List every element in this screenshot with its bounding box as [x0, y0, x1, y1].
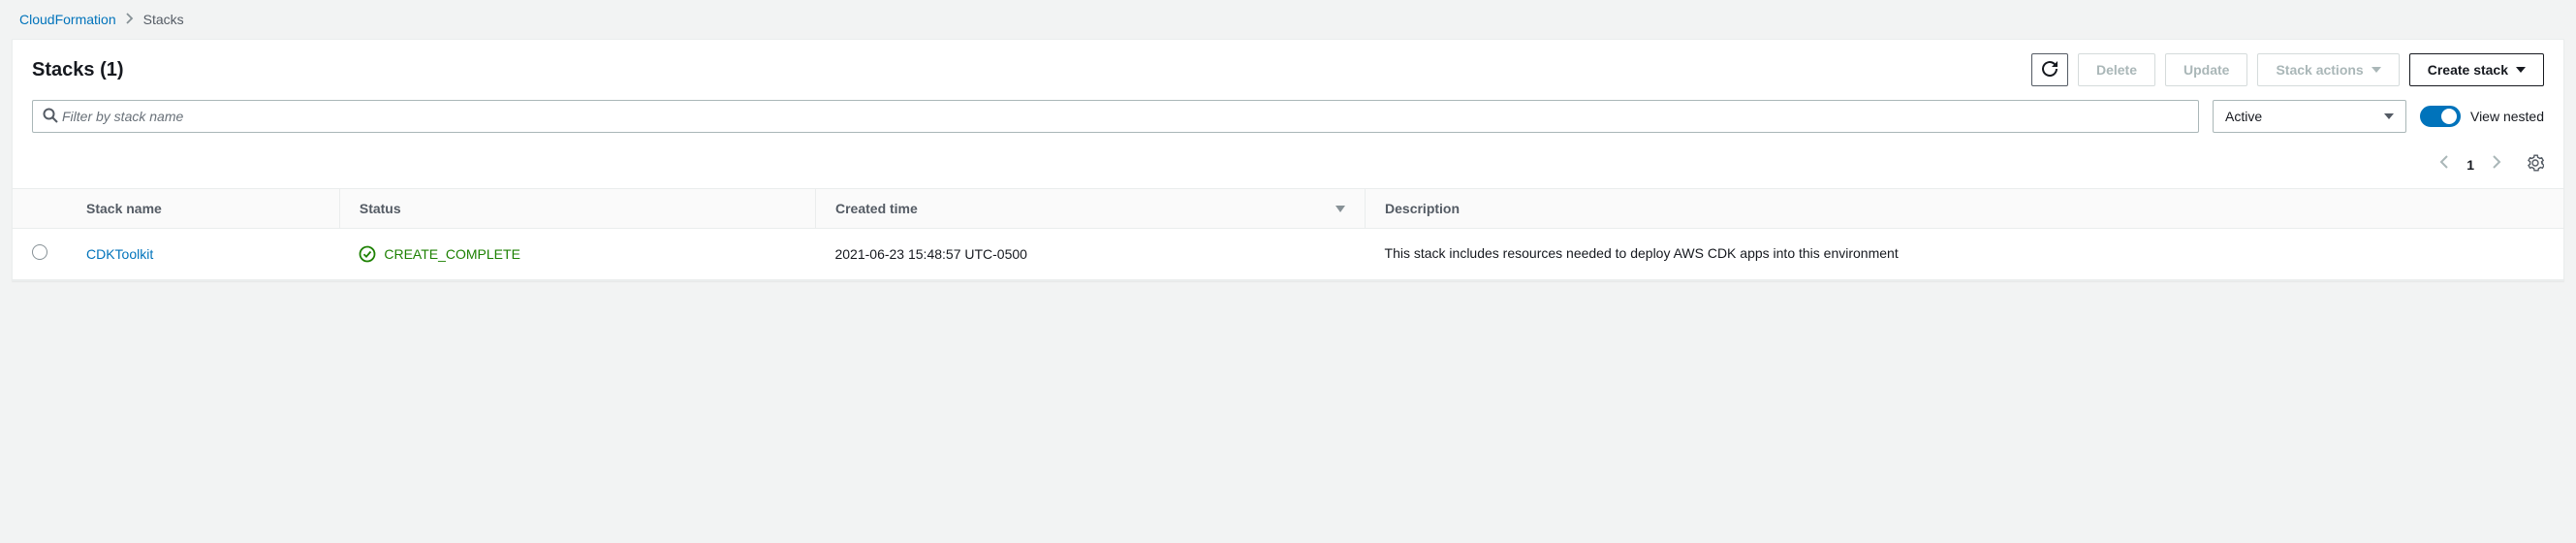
view-nested-label: View nested: [2470, 109, 2544, 124]
panel-header: Stacks (1) Delete Update Stack actions C…: [13, 40, 2563, 96]
update-button[interactable]: Update: [2165, 53, 2247, 86]
stacks-table: Stack name Status Created time Descripti…: [13, 188, 2563, 280]
caret-down-icon: [2516, 67, 2526, 73]
stack-actions-button[interactable]: Stack actions: [2257, 53, 2399, 86]
cell-description: This stack includes resources needed to …: [1366, 229, 2563, 280]
view-nested-toggle-wrap: View nested: [2420, 106, 2544, 127]
col-created-time[interactable]: Created time: [815, 189, 1365, 229]
create-stack-label: Create stack: [2428, 62, 2508, 78]
page-number: 1: [2466, 157, 2474, 173]
refresh-icon: [2042, 61, 2058, 80]
title-count: (1): [100, 59, 123, 80]
breadcrumb: CloudFormation Stacks: [0, 0, 2576, 39]
table-header-row: Stack name Status Created time Descripti…: [13, 189, 2563, 229]
gear-icon: [2527, 154, 2544, 172]
sort-desc-icon: [1335, 201, 1345, 216]
row-select-cell: [13, 229, 67, 280]
success-icon: [359, 245, 376, 263]
delete-button[interactable]: Delete: [2078, 53, 2155, 86]
view-nested-toggle[interactable]: [2420, 106, 2461, 127]
page-title: Stacks (1): [32, 59, 124, 81]
cell-status: CREATE_COMPLETE: [339, 229, 815, 280]
next-page-button[interactable]: [2492, 154, 2501, 175]
create-stack-button[interactable]: Create stack: [2409, 53, 2544, 86]
pagination: 1: [13, 146, 2563, 188]
breadcrumb-current: Stacks: [143, 12, 184, 27]
cell-created-time: 2021-06-23 15:48:57 UTC-0500: [815, 229, 1365, 280]
breadcrumb-root-link[interactable]: CloudFormation: [19, 12, 116, 27]
cell-stack-name: CDKToolkit: [67, 229, 339, 280]
refresh-button[interactable]: [2031, 53, 2068, 86]
toggle-knob: [2441, 109, 2457, 124]
select-column-header: [13, 189, 67, 229]
col-description[interactable]: Description: [1366, 189, 2563, 229]
stack-actions-label: Stack actions: [2276, 62, 2363, 78]
col-status[interactable]: Status: [339, 189, 815, 229]
table-row: CDKToolkit CREATE_COMPLETE 2021-06-23 15…: [13, 229, 2563, 280]
stack-name-link[interactable]: CDKToolkit: [86, 246, 153, 262]
col-created-time-label: Created time: [835, 201, 918, 216]
stacks-panel: Stacks (1) Delete Update Stack actions C…: [12, 39, 2564, 281]
settings-button[interactable]: [2527, 154, 2544, 175]
col-stack-name[interactable]: Stack name: [67, 189, 339, 229]
caret-down-icon: [2372, 67, 2381, 73]
caret-down-icon: [2384, 113, 2394, 119]
chevron-right-icon: [126, 12, 134, 27]
search-input-wrap[interactable]: [32, 100, 2199, 133]
status-filter-select[interactable]: Active: [2213, 100, 2406, 133]
prev-page-button[interactable]: [2439, 154, 2449, 175]
title-text: Stacks: [32, 59, 95, 80]
row-radio[interactable]: [32, 244, 47, 260]
status-filter-value: Active: [2225, 109, 2262, 124]
filter-row: Active View nested: [13, 96, 2563, 146]
search-icon: [43, 108, 58, 126]
header-actions: Delete Update Stack actions Create stack: [2031, 53, 2544, 86]
filter-input[interactable]: [58, 103, 2188, 130]
status-badge: CREATE_COMPLETE: [359, 245, 796, 263]
status-text: CREATE_COMPLETE: [384, 246, 520, 262]
